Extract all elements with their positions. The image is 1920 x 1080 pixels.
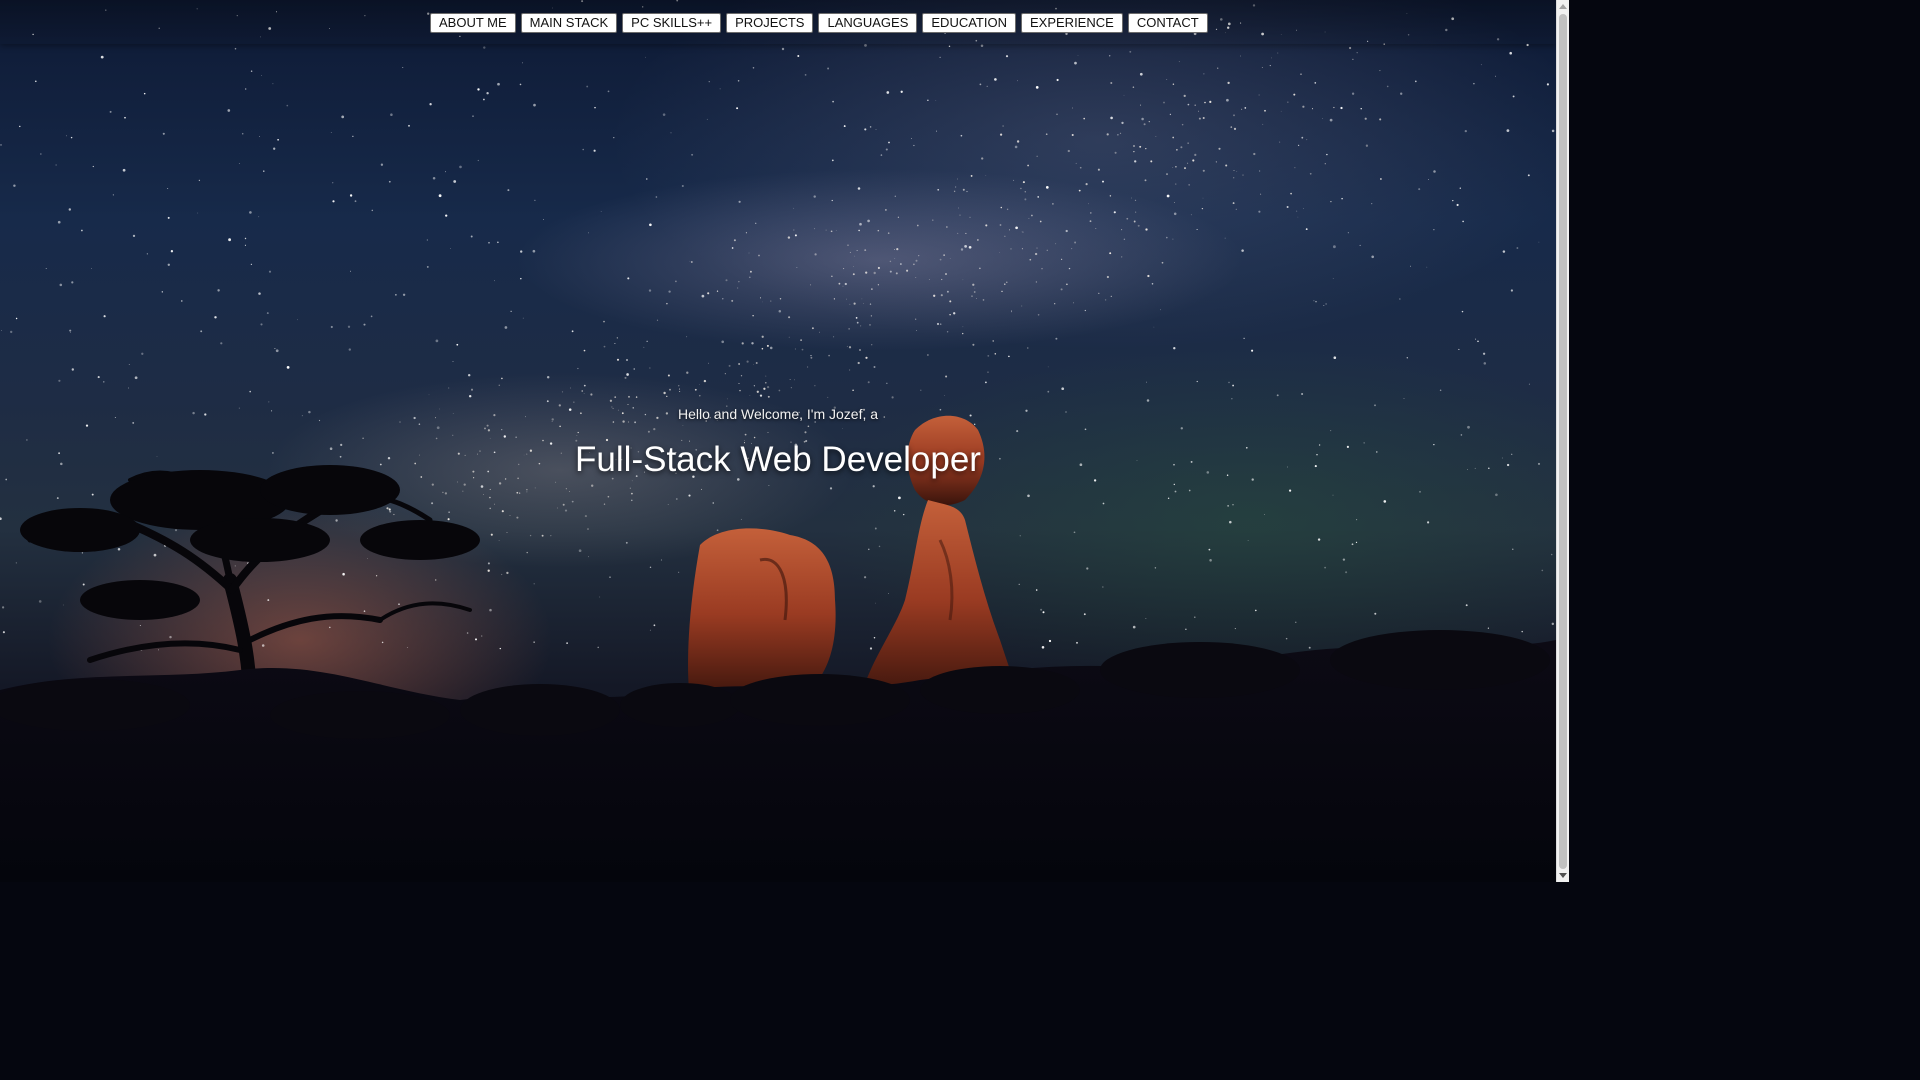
vertical-scrollbar[interactable] <box>1556 0 1569 882</box>
nav-item-languages[interactable]: LANGUAGES <box>818 13 918 33</box>
hero-title: Full-Stack Web Developer <box>575 440 981 479</box>
nav-item-main-stack[interactable]: MAIN STACK <box>520 13 618 33</box>
scroll-thumb[interactable] <box>1559 14 1567 869</box>
nav-item-pc-skills[interactable]: PC SKILLS++ <box>622 13 722 33</box>
tree-foliage <box>20 465 480 620</box>
hero-greeting: Hello and Welcome, I'm Jozef, a <box>677 406 879 422</box>
nav-item-contact[interactable]: CONTACT <box>1127 13 1208 33</box>
nav-item-about-me[interactable]: ABOUT ME <box>430 13 516 33</box>
nav-item-education[interactable]: EDUCATION <box>922 13 1016 33</box>
hero-section: ABOUT ME MAIN STACK PC SKILLS++ PROJECTS… <box>0 0 1556 882</box>
top-navigation-bar: ABOUT ME MAIN STACK PC SKILLS++ PROJECTS… <box>0 0 1556 44</box>
nav-menu: ABOUT ME MAIN STACK PC SKILLS++ PROJECTS… <box>430 13 1208 33</box>
scroll-up-arrow-icon[interactable] <box>1559 4 1567 9</box>
nav-item-projects[interactable]: PROJECTS <box>726 13 814 33</box>
scroll-down-arrow-icon[interactable] <box>1559 873 1567 878</box>
nav-item-experience[interactable]: EXPERIENCE <box>1021 13 1123 33</box>
